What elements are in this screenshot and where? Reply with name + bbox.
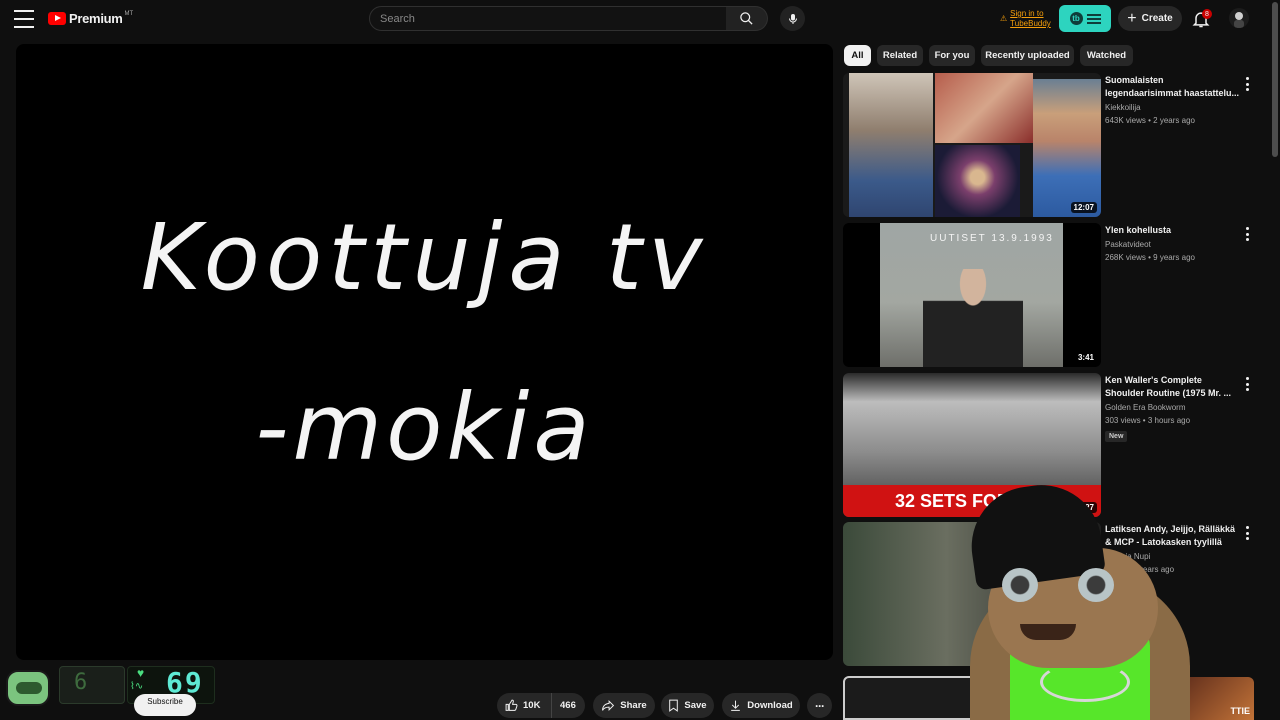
- new-badge: New: [1105, 431, 1128, 442]
- video-thumbnail[interactable]: 12:07: [843, 73, 1101, 217]
- plus-icon: +: [1127, 9, 1137, 27]
- frog-eye: [1078, 568, 1114, 602]
- download-label: Download: [747, 700, 793, 711]
- chip-label: All: [851, 50, 864, 61]
- account-avatar[interactable]: [1229, 8, 1249, 28]
- chip-related[interactable]: Related: [877, 45, 923, 66]
- channel-name[interactable]: Kiekkoilija: [1105, 103, 1240, 112]
- more-dots-icon: ···: [815, 698, 825, 713]
- overlay-digit: 6: [74, 670, 88, 695]
- tubebuddy-signin-text: Sign in to TubeBuddy: [1010, 9, 1051, 28]
- chip-label: Related: [882, 50, 918, 61]
- video-duration: 3:41: [1074, 352, 1097, 363]
- video-thumbnail[interactable]: UUTISET 13.9.1993 3:41: [843, 223, 1101, 367]
- youtube-logo-icon: [48, 12, 66, 25]
- video-player[interactable]: Koottuja tv -mokia: [16, 44, 833, 660]
- thumbnail-photo: [935, 145, 1020, 217]
- share-label: Share: [620, 700, 647, 711]
- necklace: [1040, 662, 1130, 702]
- tubebuddy-logo-icon: tb: [1069, 12, 1083, 25]
- chip-watched[interactable]: Watched: [1080, 45, 1133, 66]
- video-stats: 643K views • 2 years ago: [1105, 116, 1195, 125]
- chip-label: Recently uploaded: [985, 50, 1070, 61]
- like-count: 10K: [523, 700, 541, 711]
- like-dislike-group: 10K 466: [497, 693, 585, 718]
- overlay-digit-panel: [59, 666, 125, 704]
- chip-recently-uploaded[interactable]: Recently uploaded: [981, 45, 1074, 66]
- save-button[interactable]: Save: [661, 693, 714, 718]
- video-duration: 12:07: [1070, 202, 1097, 213]
- menu-icon[interactable]: [14, 10, 34, 28]
- webcam-overlay: [950, 477, 1220, 720]
- video-stats: 268K views • 9 years ago: [1105, 253, 1195, 262]
- video-title[interactable]: Ylen kohellusta: [1105, 224, 1240, 237]
- search-box: [369, 6, 727, 31]
- video-options-icon[interactable]: [1243, 77, 1251, 91]
- share-button[interactable]: Share: [593, 693, 655, 718]
- video-title[interactable]: Suomalaisten legendaarisimmat haastattel…: [1105, 74, 1240, 100]
- notification-count-badge: 8: [1202, 9, 1212, 19]
- thumbnail-caption: UUTISET 13.9.1993: [930, 233, 1054, 244]
- video-frame-text-line-2: -mokia: [255, 374, 594, 481]
- video-title[interactable]: Ken Waller's Complete Shoulder Routine (…: [1105, 374, 1240, 400]
- video-stats: 303 views • 3 hours ago: [1105, 416, 1191, 425]
- video-meta: Ylen kohellusta Paskatvideot 268K views …: [1105, 224, 1240, 262]
- dislike-count: 466: [560, 700, 576, 711]
- heart-icon: ♥: [137, 666, 145, 680]
- thumbnail-photo: [849, 73, 933, 217]
- video-meta: Ken Waller's Complete Shoulder Routine (…: [1105, 374, 1240, 443]
- video-meta: Suomalaisten legendaarisimmat haastattel…: [1105, 74, 1240, 125]
- menu-lines-icon: [1086, 13, 1101, 24]
- logo-country-code: MT: [124, 10, 134, 17]
- search-input[interactable]: [370, 7, 726, 30]
- subscribe-label: Subscribe: [147, 696, 183, 706]
- download-icon: [731, 700, 741, 711]
- video-options-icon[interactable]: [1243, 526, 1251, 540]
- create-button[interactable]: + Create: [1118, 6, 1182, 31]
- chip-for-you[interactable]: For you: [929, 45, 975, 66]
- dislike-button[interactable]: 466: [552, 700, 576, 711]
- subscribe-button[interactable]: Subscribe: [134, 694, 196, 716]
- pulse-icon: ⌇∿: [130, 681, 144, 692]
- more-actions-button[interactable]: ···: [807, 693, 832, 718]
- download-button[interactable]: Download: [722, 693, 800, 718]
- top-bar: Premium MT ⚠ Sign in to TubeBuddy tb + C…: [0, 0, 1280, 40]
- thumbnail-photo: [1033, 79, 1101, 217]
- channel-name[interactable]: Paskatvideot: [1105, 240, 1240, 249]
- create-label: Create: [1141, 13, 1173, 24]
- search-button[interactable]: [726, 6, 768, 31]
- tubebuddy-signin-link[interactable]: ⚠ Sign in to TubeBuddy: [1000, 9, 1062, 29]
- logo-text: Premium: [69, 11, 123, 26]
- chip-all[interactable]: All: [844, 45, 871, 66]
- microphone-icon: [788, 13, 797, 24]
- avatar-image: [1234, 12, 1244, 28]
- frog-eye: [1002, 568, 1038, 602]
- share-arrow-icon: [602, 699, 615, 712]
- thumbnail-caption: TTIE: [1230, 706, 1251, 716]
- youtube-premium-logo[interactable]: Premium MT: [48, 11, 133, 26]
- bookmark-icon: [669, 699, 679, 712]
- frog-mascot-icon: [6, 670, 50, 706]
- search-icon: [740, 12, 753, 25]
- thumbnail-anchor: [923, 269, 1023, 367]
- warning-icon: ⚠: [1000, 14, 1008, 23]
- like-button[interactable]: 10K: [497, 693, 552, 718]
- recommended-video[interactable]: 12:07 Suomalaisten legendaarisimmat haas…: [843, 73, 1258, 219]
- chip-label: Watched: [1086, 50, 1127, 61]
- voice-search-button[interactable]: [780, 6, 805, 31]
- tubebuddy-menu-button[interactable]: tb: [1059, 5, 1111, 32]
- save-label: Save: [684, 700, 707, 711]
- video-options-icon[interactable]: [1243, 227, 1251, 241]
- chip-label: For you: [934, 50, 970, 61]
- thumbs-up-icon: [505, 699, 518, 711]
- video-frame-text-line-1: Koottuja tv: [140, 204, 709, 311]
- recommended-video[interactable]: UUTISET 13.9.1993 3:41 Ylen kohellusta P…: [843, 223, 1258, 369]
- video-options-icon[interactable]: [1243, 377, 1251, 391]
- channel-name[interactable]: Golden Era Bookworm: [1105, 403, 1240, 412]
- frog-mouth: [1020, 624, 1076, 640]
- thumbnail-photo: [935, 73, 1033, 143]
- page-scrollbar-thumb[interactable]: [1272, 2, 1278, 157]
